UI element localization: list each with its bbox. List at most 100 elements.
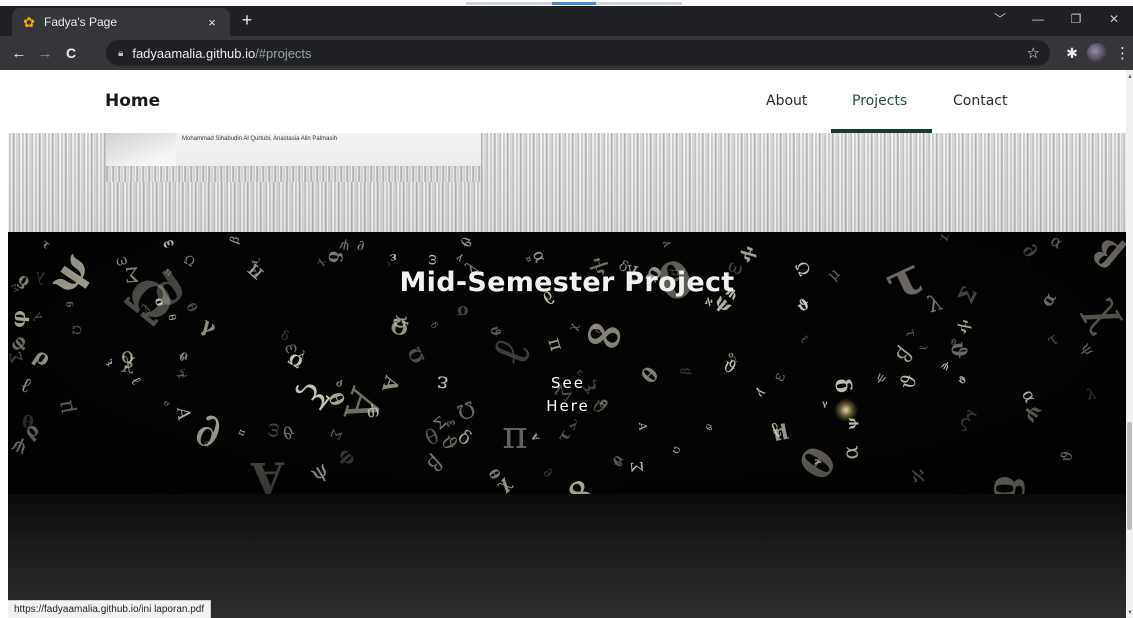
toolbar-right: ✱ ⋮: [1059, 43, 1130, 63]
see-here-line1: See: [551, 374, 585, 392]
background-letter: ϑ: [702, 420, 715, 433]
background-letter: τ: [1042, 328, 1062, 350]
sunflower-icon: ✿: [23, 14, 35, 30]
restore-icon[interactable]: ❐: [1057, 8, 1095, 30]
background-letter: δ: [984, 475, 1031, 494]
browser-tab[interactable]: ✿ Fadya's Page ×: [12, 8, 230, 36]
nav-link-projects[interactable]: Projects: [852, 93, 907, 109]
background-letter: σ: [161, 397, 173, 409]
background-letter: Ω: [453, 394, 480, 425]
background-letter: ψ: [305, 456, 334, 487]
background-letter: γ: [752, 384, 769, 401]
active-nav-underline: [831, 129, 932, 133]
background-letter: ∂: [190, 401, 227, 461]
minimize-icon[interactable]: —: [1019, 8, 1057, 30]
back-icon[interactable]: ←: [6, 45, 32, 62]
background-letter: ψ: [1020, 401, 1048, 428]
background-letter: ∂: [540, 464, 556, 482]
reload-icon[interactable]: C: [58, 45, 84, 61]
background-letter: ϑ: [175, 348, 191, 366]
background-letter: γ: [811, 458, 823, 466]
background-letter: Σ: [326, 426, 345, 442]
background-letter: δ: [62, 301, 74, 309]
forward-icon[interactable]: →: [32, 45, 58, 62]
scroll-down-icon[interactable]: ▼: [1127, 610, 1133, 616]
background-letter: χ: [492, 471, 516, 494]
background-letter: γ: [197, 312, 222, 341]
nav-link-contact[interactable]: Contact: [953, 93, 1007, 109]
tab-search-icon[interactable]: ﹀: [981, 8, 1019, 30]
close-tab-icon[interactable]: ×: [204, 15, 220, 30]
background-letter: μ: [52, 397, 80, 416]
window-controls: ﹀ — ❐ ✕: [981, 8, 1133, 30]
background-letter: λ: [30, 311, 46, 323]
background-letter: ℓ: [478, 329, 544, 376]
browser-menu-icon[interactable]: ⋮: [1115, 44, 1130, 62]
url-host: fadyaamalia.github.io: [132, 45, 256, 61]
background-letter: ρ: [335, 377, 344, 390]
background-letter: ϑ: [1057, 449, 1077, 464]
background-letter: τ: [901, 327, 919, 339]
new-tab-icon[interactable]: +: [238, 11, 256, 29]
browser-tabstrip: ✿ Fadya's Page × + ﹀ — ❐ ✕: [0, 0, 1133, 36]
background-letter: ∞: [577, 300, 633, 369]
background-letter: ϑ: [794, 295, 814, 317]
background-letter: γ: [659, 238, 672, 249]
background-letter: ℓ: [796, 330, 812, 347]
background-letter: μ: [770, 421, 791, 449]
background-letter: ω: [261, 421, 285, 440]
lock-icon[interactable]: 🔒︎: [118, 48, 123, 59]
page-scrollbar[interactable]: ▲ ▼: [1126, 70, 1133, 618]
url-path: /#projects: [255, 45, 312, 61]
background-letter: ρ: [29, 343, 55, 373]
background-letter: Ω: [69, 324, 85, 335]
background-letter: σ: [455, 300, 469, 321]
background-letter: τ: [38, 236, 54, 253]
bookmark-star-icon[interactable]: ☆: [1027, 44, 1040, 62]
background-letter: φ: [334, 443, 361, 471]
site-navbar: Home About Projects Contact: [8, 70, 1126, 133]
background-letter: ε: [435, 370, 450, 396]
see-here-line2: Here: [546, 397, 590, 415]
background-letter: ξ: [291, 374, 335, 415]
background-letter: χ: [569, 322, 585, 334]
project-hero: δ σ Σθ ψ ε ω Ωℓ α λ α ϑ Aψ δ ρ ϑ ℵ ψ λ ϑ λ Σ Ω ∞ ψ γ δ ϑ θ ∂ γ α α λ ω ϑ Ωϑ…: [8, 232, 1126, 494]
background-letter: A: [635, 421, 649, 431]
background-letter: ε: [768, 369, 790, 385]
close-window-icon[interactable]: ✕: [1095, 8, 1133, 30]
background-letter: Σ: [627, 460, 648, 473]
background-letter: Ω: [670, 444, 683, 455]
background-letter: ∂: [355, 237, 365, 255]
background-letter: α: [838, 445, 863, 461]
background-letter: ϑ: [607, 450, 628, 470]
background-letter: Ω: [404, 343, 430, 367]
background-letter: φ: [8, 309, 31, 329]
background-letter: π: [543, 334, 569, 354]
background-letter: ∞: [551, 468, 609, 494]
background-letter: ϑ: [435, 430, 463, 455]
background-letter: ω: [424, 254, 440, 266]
report-cover-image[interactable]: Mohammad Sihabudin Al Qurtubi, Anastasia…: [106, 133, 481, 182]
home-link[interactable]: Home: [105, 91, 160, 111]
profile-avatar[interactable]: [1087, 43, 1107, 63]
background-letter: α: [529, 247, 552, 266]
background-letter: ℓ: [16, 371, 36, 398]
background-letter: π: [235, 427, 249, 438]
background-letter: λ: [566, 417, 582, 434]
page-viewport: Home About Projects Contact Mohammad Sih…: [8, 70, 1126, 618]
background-letter: ξ: [103, 358, 115, 369]
background-letter: ϑ: [895, 371, 922, 393]
background-letter: β: [422, 451, 448, 477]
background-letter: δ: [323, 250, 346, 264]
nav-link-about[interactable]: About: [766, 93, 807, 109]
background-letter: δ: [428, 319, 441, 331]
background-letter: ℓ: [916, 345, 931, 351]
background-letter: ϑ: [956, 373, 970, 388]
address-bar[interactable]: 🔒︎ fadyaamalia.github.io /#projects ☆: [106, 40, 1050, 66]
extensions-puzzle-icon[interactable]: ✱: [1059, 45, 1085, 62]
background-letter: λ: [1085, 385, 1098, 404]
see-here-link[interactable]: See Here: [528, 372, 608, 418]
scroll-up-icon[interactable]: ▲: [1127, 74, 1133, 80]
scrollbar-thumb[interactable]: [1127, 422, 1132, 530]
background-letter: ϑ: [455, 232, 475, 250]
